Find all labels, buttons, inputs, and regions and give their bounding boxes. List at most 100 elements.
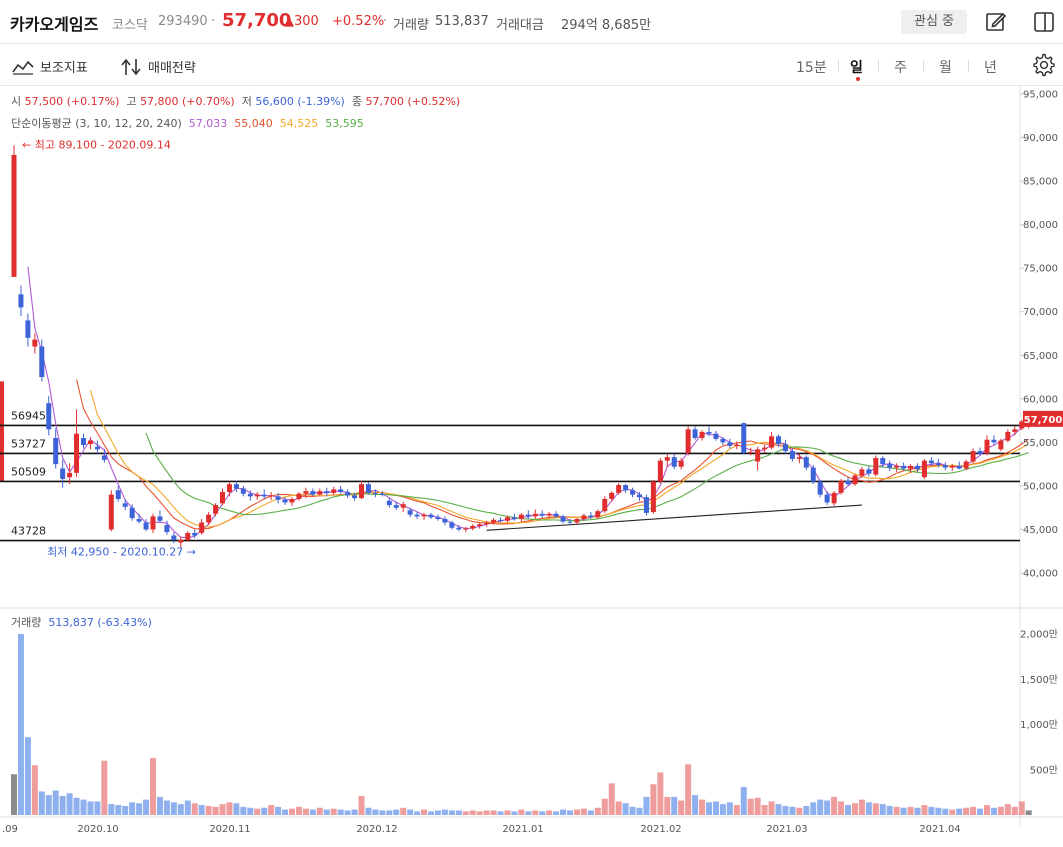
volume-bar — [483, 810, 490, 815]
candle-body — [630, 490, 636, 495]
volume-bar — [622, 803, 629, 815]
volume-bar — [824, 800, 831, 815]
date-axis-label: 2021.03 — [766, 824, 807, 835]
candle-body — [171, 535, 177, 540]
volume-bar — [949, 809, 956, 815]
indicator-button[interactable]: 보조지표 — [12, 57, 88, 76]
candle-body — [435, 517, 441, 520]
candle-body — [310, 491, 316, 495]
candle-body — [859, 469, 865, 476]
volume-bar — [977, 808, 984, 815]
candle-body — [970, 451, 976, 462]
price-change-percent: +0.52% — [332, 14, 385, 29]
candle-body — [275, 496, 281, 500]
date-axis-label: 2020.10 — [77, 824, 118, 835]
period-tab-month[interactable]: 월 — [939, 57, 952, 77]
candle-body — [887, 464, 893, 468]
strategy-button[interactable]: 매매전략 — [120, 57, 196, 76]
candle-body — [901, 465, 907, 469]
volume-bar — [150, 757, 156, 815]
volume-bar — [664, 796, 671, 815]
candle-body — [108, 494, 114, 530]
volume-bar — [546, 810, 553, 815]
candle-body — [713, 433, 719, 439]
candle-body — [734, 444, 740, 446]
candle-body — [616, 485, 622, 493]
moving-average-line — [27, 266, 1029, 539]
header-separator-2: · — [383, 14, 388, 29]
stock-name: 카카오게임즈 — [10, 15, 99, 34]
price-chart[interactable]: 56945 53727 50509 43728 95,000 90,000 85,000 8… — [0, 86, 1063, 847]
candle-body — [206, 514, 212, 523]
volume-bar — [108, 804, 115, 815]
candle-body — [428, 514, 434, 518]
candle-body — [87, 440, 93, 445]
volume-bar — [858, 799, 865, 815]
candle-body — [671, 457, 677, 467]
volume-bar — [706, 802, 712, 815]
volume-bar — [122, 805, 129, 815]
volume-label: 거래량 — [393, 18, 429, 33]
candle-body — [352, 495, 358, 499]
candle-body — [240, 488, 246, 494]
volume-bar — [268, 805, 275, 815]
candle-body — [657, 460, 663, 482]
period-tab-year[interactable]: 년 — [984, 57, 997, 77]
chart-frame — [0, 86, 1063, 826]
candle-body — [720, 438, 726, 443]
candle-body — [400, 504, 406, 508]
candle-body — [220, 492, 225, 504]
candle-body — [18, 294, 24, 308]
moving-average-lines — [27, 266, 1030, 539]
candle-body — [928, 460, 934, 464]
volume-bar — [226, 802, 233, 815]
candle-body — [602, 498, 608, 512]
amount-label: 거래대금 — [496, 18, 544, 33]
candle-body — [136, 519, 142, 522]
volume-bar — [733, 805, 740, 815]
candle-body — [178, 539, 184, 543]
candle-body — [810, 467, 816, 482]
level-label: 50509 — [11, 465, 46, 478]
volume-bar — [428, 811, 434, 815]
split-view-icon[interactable] — [1032, 10, 1056, 34]
price-axis-label: 80,000 — [1023, 220, 1058, 231]
volume-bar — [52, 790, 59, 815]
indicator-label: 보조지표 — [40, 61, 88, 76]
volume-bar — [747, 798, 754, 815]
period-tab-day[interactable]: 일 — [850, 57, 863, 77]
volume-bar — [351, 809, 358, 815]
candle-body — [331, 489, 337, 493]
favorite-button[interactable]: 관심 중 — [901, 10, 967, 34]
edit-icon[interactable] — [984, 10, 1008, 34]
volume-bar — [594, 807, 601, 815]
volume-bar — [497, 811, 504, 815]
level-label: 56945 — [11, 409, 46, 422]
volume-bar — [879, 804, 886, 815]
volume-bar — [504, 810, 511, 815]
candle-body — [699, 431, 705, 439]
volume-bar — [573, 809, 580, 815]
candle-body — [789, 451, 795, 459]
candle-body — [247, 493, 253, 497]
stock-code: 293490 — [158, 14, 208, 29]
volume-bar — [740, 786, 747, 815]
candle-body — [803, 457, 809, 468]
volume-bar — [170, 802, 177, 815]
candle-body — [921, 460, 927, 478]
moving-average-line — [76, 379, 1030, 530]
volume-bar — [553, 811, 560, 815]
volume-bar — [831, 796, 838, 815]
candle-body — [942, 465, 948, 468]
candle-body — [511, 517, 517, 520]
volume-bar — [838, 801, 845, 815]
candle-body — [150, 516, 156, 530]
period-tab-week[interactable]: 주 — [894, 57, 907, 77]
settings-gear-icon[interactable] — [1032, 53, 1056, 77]
period-tab-15min[interactable]: 15분 — [796, 57, 827, 77]
volume-bar — [650, 784, 657, 815]
volume-bar — [518, 809, 525, 815]
volume-bar — [323, 809, 330, 815]
volume-bar — [567, 810, 573, 815]
volume-bar — [233, 803, 240, 815]
